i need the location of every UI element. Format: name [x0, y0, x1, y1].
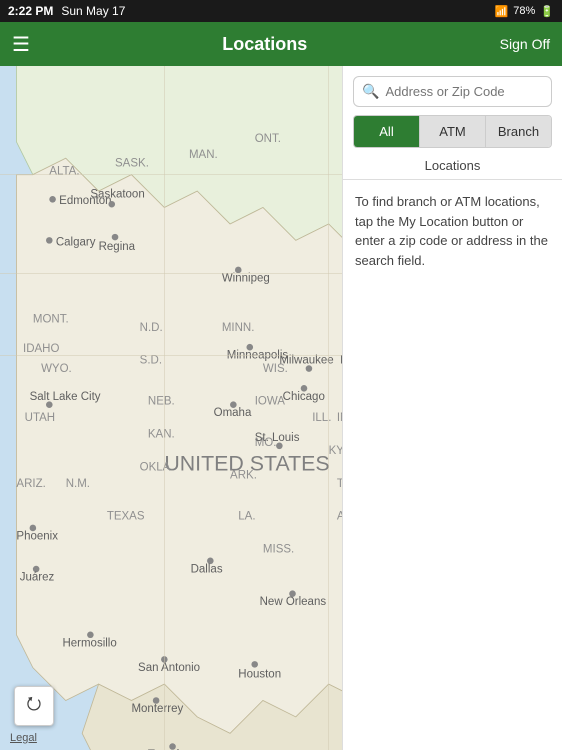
locate-icon: ⭮ — [26, 691, 41, 721]
svg-text:LA.: LA. — [238, 511, 255, 523]
svg-text:N.M.: N.M. — [66, 478, 90, 490]
svg-text:S.D.: S.D. — [140, 355, 162, 367]
menu-icon[interactable]: ☰ — [12, 32, 30, 57]
svg-text:WYO.: WYO. — [41, 363, 72, 375]
svg-text:ONT.: ONT. — [255, 133, 281, 145]
svg-text:ARK.: ARK. — [230, 470, 257, 482]
svg-text:New Orleans: New Orleans — [260, 596, 327, 608]
atm-filter-button[interactable]: ATM — [420, 116, 486, 147]
battery-icon: 🔋 — [540, 5, 554, 18]
svg-text:Salt Lake City: Salt Lake City — [30, 391, 101, 403]
svg-text:TEXAS: TEXAS — [107, 511, 145, 523]
svg-text:MONT.: MONT. — [33, 314, 69, 326]
svg-text:Milwaukee: Milwaukee — [279, 355, 333, 367]
status-icons: 📶 78% 🔋 — [495, 5, 554, 18]
svg-text:Chicago: Chicago — [283, 391, 325, 403]
status-time: 2:22 PM — [8, 4, 53, 18]
wifi-icon: 📶 — [495, 5, 509, 18]
sign-off-button[interactable]: Sign Off — [500, 36, 550, 52]
svg-text:San Antonio: San Antonio — [138, 662, 200, 674]
search-bar[interactable]: 🔍 — [353, 76, 552, 107]
svg-text:Regina: Regina — [99, 241, 136, 253]
svg-text:UTAH: UTAH — [25, 412, 55, 424]
all-filter-button[interactable]: All — [354, 116, 420, 147]
status-date: Sun May 17 — [61, 4, 125, 18]
search-icon: 🔍 — [362, 83, 379, 100]
filter-buttons: All ATM Branch — [353, 115, 552, 148]
right-panel: 🔍 All ATM Branch Locations To find branc… — [342, 66, 562, 750]
branch-filter-button[interactable]: Branch — [486, 116, 551, 147]
svg-text:SASK.: SASK. — [115, 157, 149, 169]
info-text: To find branch or ATM locations, tap the… — [343, 180, 562, 282]
svg-text:Juárez: Juárez — [20, 572, 55, 584]
svg-text:Omaha: Omaha — [214, 407, 252, 419]
svg-text:Monterrey: Monterrey — [131, 703, 183, 715]
svg-text:Calgary: Calgary — [56, 236, 96, 248]
svg-text:Houston: Houston — [238, 668, 281, 680]
svg-text:ARIZ.: ARIZ. — [16, 478, 45, 490]
battery-level: 78% — [513, 5, 535, 17]
locations-tab[interactable]: Locations — [343, 154, 562, 180]
search-input[interactable] — [385, 84, 543, 99]
svg-text:Winnipeg: Winnipeg — [222, 272, 270, 284]
svg-text:St. Louis: St. Louis — [255, 432, 300, 444]
svg-text:MISS.: MISS. — [263, 544, 294, 556]
svg-text:Hermosillo: Hermosillo — [62, 637, 116, 649]
svg-text:Dallas: Dallas — [191, 563, 223, 575]
svg-text:Saskatoon: Saskatoon — [90, 189, 144, 201]
svg-text:OKLA.: OKLA. — [140, 461, 174, 473]
svg-text:IDAHO: IDAHO — [23, 343, 59, 355]
legal-link[interactable]: Legal — [10, 732, 37, 744]
svg-text:ALTA.: ALTA. — [49, 166, 79, 178]
page-title: Locations — [222, 34, 307, 55]
svg-text:KAN.: KAN. — [148, 429, 175, 441]
status-bar: 2:22 PM Sun May 17 📶 78% 🔋 — [0, 0, 562, 22]
svg-text:N.D.: N.D. — [140, 322, 163, 334]
my-location-button[interactable]: ⭮ — [14, 686, 54, 726]
svg-text:Phoenix: Phoenix — [16, 530, 58, 542]
svg-text:IOWA: IOWA — [255, 396, 286, 408]
svg-text:MINN.: MINN. — [222, 322, 255, 334]
header: ☰ Locations Sign Off — [0, 22, 562, 66]
svg-text:NEB.: NEB. — [148, 396, 175, 408]
svg-text:MAN.: MAN. — [189, 149, 218, 161]
